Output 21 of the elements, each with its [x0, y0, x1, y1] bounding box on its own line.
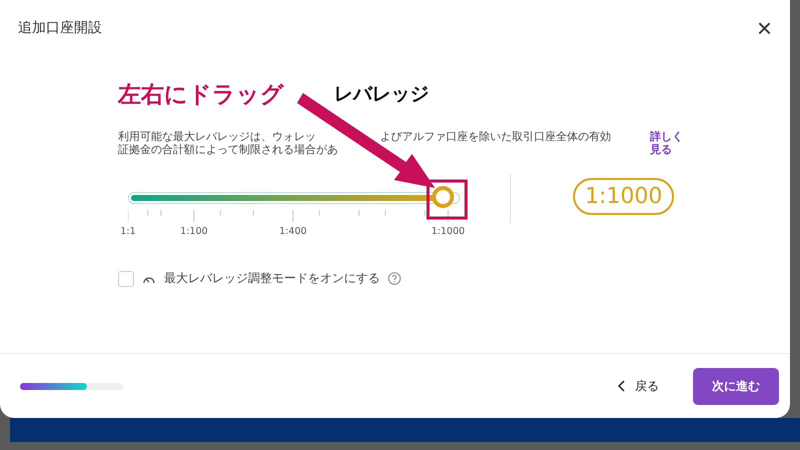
highlight-frame	[426, 180, 468, 220]
tick-label: 1:1	[120, 226, 136, 237]
description-text: 利用可能な最大レバレッジは、ウォレッ	[118, 130, 316, 143]
leverage-value: 1:1000	[573, 178, 674, 215]
next-button[interactable]: 次に進む	[693, 368, 779, 404]
tick-label: 1:400	[279, 226, 307, 237]
help-icon[interactable]	[388, 272, 401, 285]
annotation-text: 左右にドラッグ	[118, 80, 284, 110]
description-text: よびアルファ口座を除いた取引口座全体の有効	[380, 130, 611, 143]
section-heading: レバレッジ	[334, 82, 429, 107]
option-label: 最大レバレッジ調整モードをオンにする	[164, 270, 380, 287]
tick-label: 1:1000	[431, 226, 465, 237]
close-button[interactable]: ×	[756, 15, 772, 41]
dialog-title: 追加口座開設	[18, 19, 102, 37]
checkbox[interactable]	[118, 270, 134, 286]
description-text: 証拠金の合計額によって制限される場合があ	[118, 143, 338, 156]
tick-label: 1:100	[180, 226, 208, 237]
slider-thumb[interactable]	[432, 186, 454, 208]
back-button[interactable]: 戻る	[611, 376, 665, 396]
learn-more-link[interactable]: 詳しく見る	[650, 130, 686, 156]
chevron-left-icon	[617, 380, 625, 392]
